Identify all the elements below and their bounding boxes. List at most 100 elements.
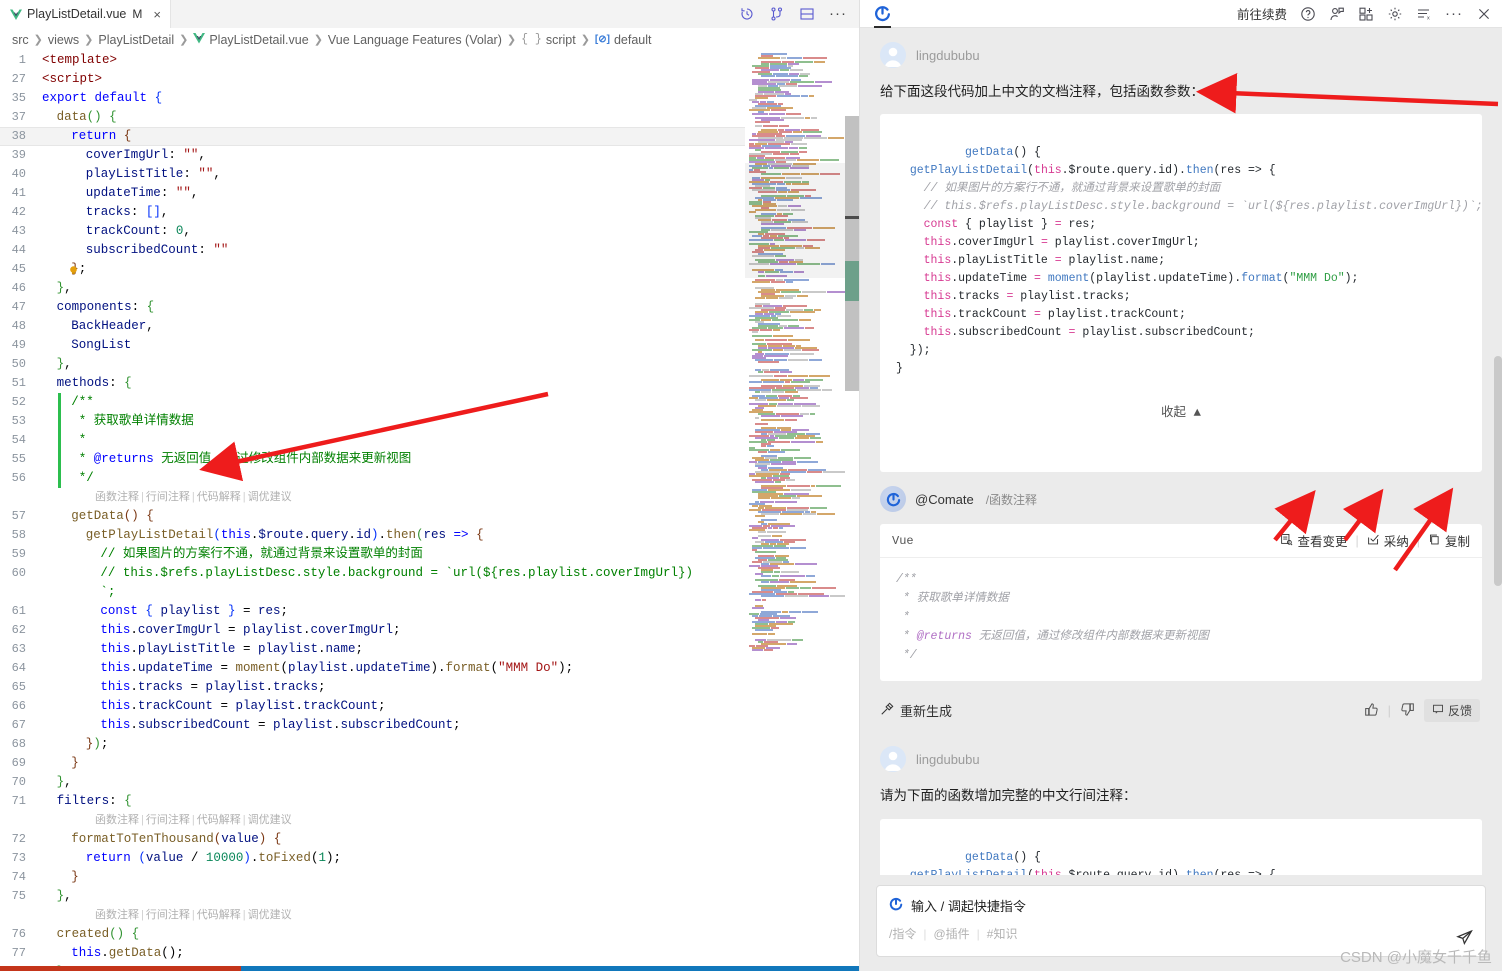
comate-inline-actions[interactable]: 函数注释 | 行间注释 | 代码解释 | 调优建议 — [0, 488, 859, 507]
history-list-icon[interactable]: x — [1416, 6, 1432, 22]
renew-link[interactable]: 前往续费 — [1237, 4, 1287, 23]
user-code-block-1[interactable]: getData() { getPlayListDetail(this.$rout… — [880, 114, 1482, 473]
hint-plugin[interactable]: @插件 — [933, 925, 969, 942]
code-line[interactable]: 73 return (value / 10000).toFixed(1); — [0, 849, 859, 868]
comate-scrollbar[interactable] — [1492, 56, 1502, 875]
send-icon[interactable] — [1456, 929, 1473, 946]
code-line[interactable]: 75}, — [0, 887, 859, 906]
split-editor-icon[interactable] — [799, 6, 815, 22]
source-control-icon[interactable] — [769, 6, 785, 22]
inline-action-link[interactable]: 调优建议 — [248, 909, 292, 921]
plugins-icon[interactable] — [1358, 6, 1374, 22]
editor-scrollbar[interactable] — [845, 51, 859, 966]
code-line[interactable]: 64 this.updateTime = moment(playlist.upda… — [0, 659, 859, 678]
code-line[interactable]: 49 SongList — [0, 336, 859, 355]
code-line[interactable]: 53 * 获取歌单详情数据 — [0, 412, 859, 431]
code-line[interactable]: 58 getPlayListDetail(this.$route.query.id… — [0, 526, 859, 545]
code-line[interactable]: 43 trackCount: 0, — [0, 222, 859, 241]
breadcrumb-item-src[interactable]: src — [12, 33, 29, 47]
minimap-slider[interactable] — [745, 163, 845, 278]
code-line[interactable]: 71 filters: { — [0, 792, 859, 811]
code-line[interactable]: 47 components: { — [0, 298, 859, 317]
code-line[interactable]: 67 this.subscribedCount = playlist.subscr… — [0, 716, 859, 735]
code-line[interactable]: 69} — [0, 754, 859, 773]
code-line[interactable]: 41 updateTime: "", — [0, 184, 859, 203]
breadcrumb-item-file[interactable]: PlayListDetail.vue — [193, 32, 309, 47]
inline-action-link[interactable]: 代码解释 — [197, 909, 241, 921]
history-icon[interactable] — [739, 6, 755, 22]
code-line[interactable]: 52 /** — [0, 393, 859, 412]
lightbulb-icon[interactable] — [68, 264, 79, 275]
hint-knowledge[interactable]: #知识 — [987, 925, 1018, 942]
breadcrumb-item-script[interactable]: { } script — [521, 33, 576, 47]
code-line[interactable]: 54 * — [0, 431, 859, 450]
editor-tab[interactable]: PlayListDetail.vue M × — [0, 0, 171, 28]
code-line[interactable]: 74} — [0, 868, 859, 887]
comate-inline-actions[interactable]: 函数注释 | 行间注释 | 代码解释 | 调优建议 — [0, 906, 859, 925]
code-line[interactable]: 60 // this.$refs.playListDesc.style.backg… — [0, 564, 859, 583]
code-line[interactable]: 76 created() { — [0, 925, 859, 944]
inline-action-link[interactable]: 函数注释 — [95, 909, 139, 921]
code-line[interactable]: 27 <script> — [0, 70, 859, 89]
code-line[interactable]: 62 this.coverImgUrl = playlist.coverImgUr… — [0, 621, 859, 640]
inline-action-link[interactable]: 行间注释 — [146, 814, 190, 826]
inline-action-link[interactable]: 函数注释 — [95, 491, 139, 503]
close-icon[interactable] — [1476, 6, 1492, 22]
breadcrumb-item-folder[interactable]: PlayListDetail — [98, 33, 174, 47]
code-lines[interactable]: 1 <template> 27 <script> 35 export default {3… — [0, 51, 859, 966]
copy-button[interactable]: 复制 — [1428, 531, 1470, 550]
inline-action-link[interactable]: 代码解释 — [197, 814, 241, 826]
code-line[interactable]: 44 subscribedCount: "" — [0, 241, 859, 260]
code-editor-area[interactable]: 1 <template> 27 <script> 35 export default {3… — [0, 51, 859, 966]
code-line[interactable]: 45}; — [0, 260, 859, 279]
close-icon[interactable]: × — [153, 8, 161, 21]
code-line[interactable]: 57 getData() { — [0, 507, 859, 526]
code-line[interactable]: `; — [0, 583, 859, 602]
breadcrumb-item-default[interactable]: [⊘] default — [595, 33, 652, 47]
user-code-block-2[interactable]: getData() { getPlayListDetail(this.$rout… — [880, 818, 1482, 875]
minimap[interactable] — [745, 51, 845, 966]
more-icon[interactable]: ··· — [1445, 6, 1463, 21]
comate-conversation[interactable]: lingdububu 给下面这段代码加上中文的文档注释，包括函数参数： getD… — [860, 28, 1502, 875]
code-line[interactable]: 38 return { — [0, 127, 859, 146]
code-line[interactable]: 42 tracks: [], — [0, 203, 859, 222]
comate-inline-actions[interactable]: 函数注释 | 行间注释 | 代码解释 | 调优建议 — [0, 811, 859, 830]
code-line[interactable]: 65 this.tracks = playlist.tracks; — [0, 678, 859, 697]
collapse-button[interactable]: 收起 ▲ — [896, 396, 1466, 426]
code-line[interactable]: 48 BackHeader, — [0, 317, 859, 336]
code-line[interactable]: 78} — [0, 963, 859, 966]
help-circle-icon[interactable] — [1300, 6, 1316, 22]
code-line[interactable]: 39 coverImgUrl: "", — [0, 146, 859, 165]
code-line[interactable]: 35 export default { — [0, 89, 859, 108]
inline-action-link[interactable]: 函数注释 — [95, 814, 139, 826]
code-line[interactable]: 1 <template> — [0, 51, 859, 70]
code-line[interactable]: 68}); — [0, 735, 859, 754]
code-line[interactable]: 37 data() { — [0, 108, 859, 127]
code-line[interactable]: 77 this.getData(); — [0, 944, 859, 963]
code-line[interactable]: 55 * @returns 无返回值，通过修改组件内部数据来更新视图 — [0, 450, 859, 469]
breadcrumb-item-views[interactable]: views — [48, 33, 79, 47]
comate-scrollbar-thumb[interactable] — [1494, 356, 1502, 586]
code-line[interactable]: 40 playListTitle: "", — [0, 165, 859, 184]
inline-action-link[interactable]: 调优建议 — [248, 814, 292, 826]
inline-action-link[interactable]: 代码解释 — [197, 491, 241, 503]
inline-action-link[interactable]: 调优建议 — [248, 491, 292, 503]
gear-icon[interactable] — [1387, 6, 1403, 22]
more-actions-icon[interactable]: ··· — [829, 6, 847, 21]
thumbs-down-icon[interactable] — [1400, 702, 1415, 720]
accept-button[interactable]: 采纳 — [1367, 531, 1409, 550]
code-line[interactable]: 51 methods: { — [0, 374, 859, 393]
assistant-code-block[interactable]: /** * 获取歌单详情数据 * * @returns 无返回值，通过修改组件内… — [880, 558, 1482, 681]
hint-command[interactable]: /指令 — [889, 925, 916, 942]
code-line[interactable]: 66 this.trackCount = playlist.trackCount; — [0, 697, 859, 716]
thumbs-up-icon[interactable] — [1364, 702, 1379, 720]
code-line[interactable]: 59 // 如果图片的方案行不通，就通过背景来设置歌单的封面 — [0, 545, 859, 564]
feedback-button[interactable]: 反馈 — [1423, 699, 1480, 723]
code-line[interactable]: 63 this.playListTitle = playlist.name; — [0, 640, 859, 659]
code-line[interactable]: 50}, — [0, 355, 859, 374]
view-changes-button[interactable]: 查看变更 — [1280, 531, 1347, 550]
breadcrumb-item-volar[interactable]: Vue Language Features (Volar) — [328, 33, 502, 47]
editor-scrollbar-thumb[interactable] — [845, 116, 859, 391]
code-line[interactable]: 46}, — [0, 279, 859, 298]
regenerate-button[interactable]: 重新生成 — [880, 701, 952, 720]
